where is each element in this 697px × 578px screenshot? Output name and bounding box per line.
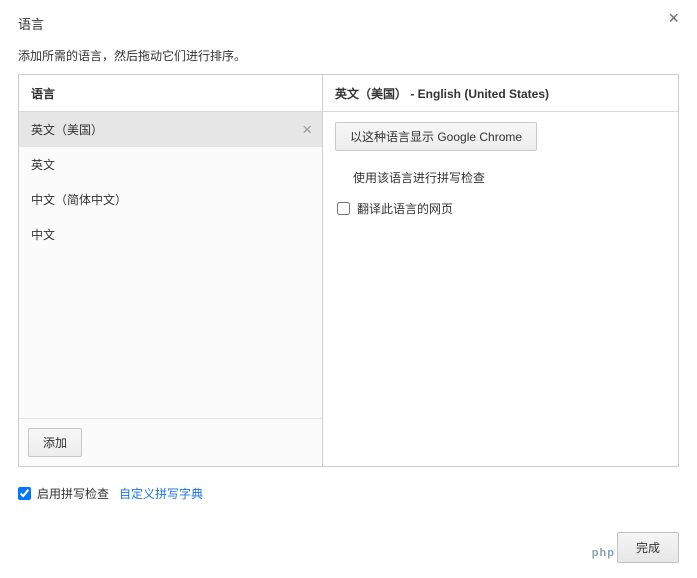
language-item-label: 英文（美国） [31, 121, 103, 138]
left-column-header: 语言 [19, 75, 322, 112]
dialog-subtitle: 添加所需的语言，然后拖动它们进行排序。 [18, 47, 679, 64]
translate-checkbox[interactable] [337, 202, 350, 215]
right-column-header: 英文（美国） - English (United States) [323, 75, 678, 112]
language-item-en[interactable]: 英文 [19, 147, 322, 182]
language-item-en-us[interactable]: 英文（美国） × [19, 112, 322, 147]
done-area: 完成 [617, 532, 679, 563]
language-list: 英文（美国） × 英文 中文（简体中文） 中文 [19, 112, 322, 418]
left-footer: 添加 [19, 418, 322, 466]
watermark-brand: php [592, 547, 615, 559]
custom-dictionary-link[interactable]: 自定义拼写字典 [119, 485, 203, 502]
done-button[interactable]: 完成 [617, 532, 679, 563]
spellcheck-line: 使用该语言进行拼写检查 [335, 165, 666, 198]
title-row: 语言 × [18, 14, 679, 33]
language-item-zh[interactable]: 中文 [19, 217, 322, 252]
enable-spellcheck-label: 启用拼写检查 [37, 485, 109, 502]
language-item-label: 中文（简体中文） [31, 191, 127, 208]
language-item-label: 英文 [31, 156, 55, 173]
language-dialog: 语言 × 添加所需的语言，然后拖动它们进行排序。 语言 英文（美国） × 英文 … [0, 0, 697, 514]
close-icon[interactable]: × [668, 11, 679, 25]
display-in-language-button[interactable]: 以这种语言显示 Google Chrome [335, 122, 537, 151]
enable-spellcheck-checkbox[interactable] [18, 487, 31, 500]
language-panel: 语言 英文（美国） × 英文 中文（简体中文） 中文 添加 [18, 74, 679, 467]
dialog-title: 语言 [18, 14, 44, 33]
translate-checkbox-row[interactable]: 翻译此语言的网页 [335, 198, 666, 219]
translate-checkbox-label: 翻译此语言的网页 [357, 200, 453, 217]
remove-language-icon[interactable]: × [302, 124, 312, 136]
below-panel: 启用拼写检查 自定义拼写字典 [18, 485, 679, 502]
language-list-column: 语言 英文（美国） × 英文 中文（简体中文） 中文 添加 [19, 75, 323, 466]
language-detail-column: 英文（美国） - English (United States) 以这种语言显示… [323, 75, 678, 466]
language-item-label: 中文 [31, 226, 55, 243]
language-item-zh-cn[interactable]: 中文（简体中文） [19, 182, 322, 217]
right-body: 以这种语言显示 Google Chrome 使用该语言进行拼写检查 翻译此语言的… [323, 112, 678, 229]
add-language-button[interactable]: 添加 [28, 428, 82, 457]
